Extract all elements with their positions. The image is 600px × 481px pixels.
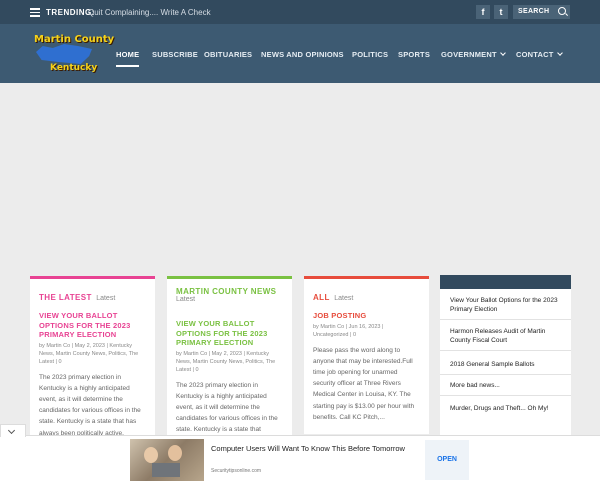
chevron-down-icon (7, 426, 16, 435)
search-input[interactable]: SEARCH (518, 8, 549, 15)
bottom-ad-banner: Computer Users Will Want To Know This Be… (0, 424, 600, 481)
site-logo[interactable]: Martin County Kentucky (32, 30, 114, 78)
sidebar-recent-posts: View Your Ballot Options for the 2023 Pr… (440, 275, 571, 435)
search-icon[interactable] (558, 7, 566, 15)
chevron-down-icon (499, 50, 506, 56)
sidebar-post-link[interactable]: More bad news... (450, 381, 565, 390)
card-martin-county-news: MARTIN COUNTY NEWS Latest VIEW YOUR BALL… (167, 276, 292, 438)
main-navbar: Martin County Kentucky HOME SUBSCRIBE OB… (0, 24, 600, 83)
card-the-latest: THE LATEST Latest VIEW YOUR BALLOT OPTIO… (30, 276, 155, 438)
nav-obituaries[interactable]: OBITUARIES (204, 50, 252, 59)
ad-collapse-toggle[interactable] (0, 424, 26, 437)
card-header: THE LATEST Latest (30, 279, 155, 307)
ad-headline[interactable]: Computer Users Will Want To Know This Be… (211, 444, 411, 454)
sidebar-post-link[interactable]: 2018 General Sample Ballots (450, 360, 565, 369)
post-excerpt: The 2023 primary election in Kentucky is… (176, 381, 278, 434)
card-subtitle: Latest (96, 295, 116, 302)
nav-home[interactable]: HOME (116, 50, 140, 67)
divider (440, 319, 571, 320)
top-bar: TRENDING: Quit Complaining.... Write A C… (0, 0, 600, 24)
chevron-down-icon (556, 50, 563, 56)
sidebar-post-link[interactable]: Murder, Drugs and Theft... Oh My! (450, 404, 565, 413)
person-face (168, 445, 182, 461)
nav-government[interactable]: GOVERNMENT (441, 50, 506, 59)
card-all: ALL Latest JOB POSTING by Martin Co | Ju… (304, 276, 429, 434)
hamburger-menu-icon[interactable] (30, 8, 40, 17)
sidebar-header (440, 275, 571, 289)
card-header: ALL Latest (304, 279, 429, 307)
facebook-icon[interactable]: f (476, 5, 490, 19)
card-header: MARTIN COUNTY NEWS Latest (167, 279, 292, 309)
post-title-link[interactable]: JOB POSTING (304, 311, 429, 321)
sidebar-post-link[interactable]: Harmon Releases Audit of Martin County F… (450, 327, 565, 345)
post-title-link[interactable]: VIEW YOUR BALLOT OPTIONS FOR THE 2023 PR… (167, 319, 292, 348)
nav-contact-label: CONTACT (516, 50, 554, 59)
card-subtitle: Latest (334, 295, 354, 302)
twitter-icon[interactable]: t (494, 5, 508, 19)
post-meta: by Martin Co | May 2, 2023 | Kentucky Ne… (176, 350, 276, 373)
post-meta: by Martin Co | Jun 16, 2023 | Uncategori… (313, 323, 384, 338)
logo-subtitle: Kentucky (50, 63, 98, 73)
divider (440, 350, 571, 351)
card-title[interactable]: MARTIN COUNTY NEWS (176, 287, 283, 296)
post-title-link[interactable]: VIEW YOUR BALLOT OPTIONS FOR THE 2023 PR… (30, 311, 155, 340)
card-title[interactable]: THE LATEST (39, 293, 92, 302)
post-excerpt: Please pass the word along to anyone tha… (313, 346, 415, 421)
divider (440, 374, 571, 375)
ad-image[interactable] (130, 439, 204, 481)
card-title[interactable]: ALL (313, 293, 330, 302)
nav-government-label: GOVERNMENT (441, 50, 497, 59)
nav-sports[interactable]: SPORTS (398, 50, 430, 59)
ad-open-button[interactable]: OPEN (425, 440, 469, 480)
nav-contact[interactable]: CONTACT (516, 50, 563, 59)
nav-news-and-opinions[interactable]: NEWS AND OPINIONS (261, 50, 344, 59)
ad-source: Securitytipsonline.com (211, 468, 262, 474)
kentucky-map-shape (36, 44, 92, 64)
search-box[interactable]: SEARCH (513, 5, 570, 19)
trending-headline-link[interactable]: Quit Complaining.... Write A Check (88, 8, 211, 17)
card-subtitle: Latest (176, 296, 196, 303)
post-excerpt: The 2023 primary election in Kentucky is… (39, 373, 141, 437)
laptop-shape (152, 463, 180, 477)
logo-title: Martin County (34, 34, 115, 45)
nav-subscribe[interactable]: SUBSCRIBE (152, 50, 198, 59)
post-meta: by Martin Co | May 2, 2023 | Kentucky Ne… (39, 342, 139, 365)
divider (440, 395, 571, 396)
sidebar-post-link[interactable]: View Your Ballot Options for the 2023 Pr… (450, 296, 565, 314)
nav-politics[interactable]: POLITICS (352, 50, 388, 59)
person-face (144, 447, 158, 463)
